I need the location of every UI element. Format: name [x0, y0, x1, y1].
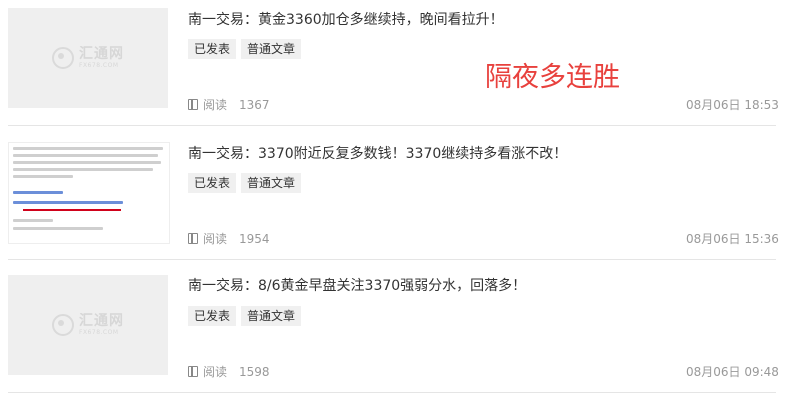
article-thumbnail[interactable]: 汇通网 FX678.COM — [8, 8, 168, 108]
type-tag: 普通文章 — [241, 39, 302, 59]
doc-highlight-line — [13, 201, 123, 204]
logo-icon — [52, 47, 74, 69]
book-icon — [188, 366, 198, 377]
divider — [8, 125, 776, 126]
type-tag: 普通文章 — [241, 173, 302, 193]
article-title[interactable]: 南一交易：3370附近反复多数钱！3370继续持多看涨不改！ — [188, 143, 567, 163]
type-tag: 普通文章 — [241, 306, 302, 326]
article-item[interactable]: 南一交易：3370附近反复多数钱！3370继续持多看涨不改！ 已发表 普通文章 … — [0, 134, 792, 252]
view-count: 1954 — [239, 231, 270, 246]
read-label: 阅读 — [203, 232, 228, 246]
doc-highlight-line — [13, 191, 63, 194]
publish-date: 08月06日 09:48 — [686, 365, 779, 379]
status-tag: 已发表 — [188, 306, 237, 326]
status-tag: 已发表 — [188, 173, 237, 193]
doc-text-line — [13, 175, 73, 178]
article-thumbnail[interactable]: 汇通网 FX678.COM — [8, 275, 168, 375]
article-title[interactable]: 南一交易：8/6黄金早盘关注3370强弱分水，回落多！ — [188, 275, 526, 295]
logo-subtext: FX678.COM — [79, 329, 119, 336]
doc-text-line — [13, 219, 53, 222]
divider — [8, 392, 776, 393]
fx678-logo: 汇通网 FX678.COM — [52, 47, 124, 69]
logo-text: 汇通网 — [79, 46, 124, 62]
read-label: 阅读 — [203, 365, 228, 379]
publish-date: 08月06日 15:36 — [686, 232, 779, 246]
doc-text-line — [13, 161, 161, 164]
article-thumbnail[interactable] — [8, 142, 170, 244]
book-icon — [188, 233, 198, 244]
doc-text-line — [13, 154, 158, 157]
view-count: 1598 — [239, 364, 270, 379]
doc-underline — [23, 209, 121, 211]
logo-subtext: FX678.COM — [79, 62, 119, 69]
read-label: 阅读 — [203, 98, 228, 112]
view-count: 1367 — [239, 97, 270, 112]
logo-text: 汇通网 — [79, 313, 124, 329]
status-tag: 已发表 — [188, 39, 237, 59]
annotation-text: 隔夜多连胜 — [485, 62, 620, 93]
doc-text-line — [13, 168, 153, 171]
logo-icon — [52, 314, 74, 336]
book-icon — [188, 99, 198, 110]
article-item[interactable]: 汇通网 FX678.COM 南一交易：8/6黄金早盘关注3370强弱分水，回落多… — [0, 267, 792, 385]
doc-text-line — [13, 227, 103, 230]
article-title[interactable]: 南一交易：黄金3360加仓多继续持，晚间看拉升！ — [188, 9, 504, 29]
divider — [8, 259, 776, 260]
fx678-logo: 汇通网 FX678.COM — [52, 314, 124, 336]
publish-date: 08月06日 18:53 — [686, 98, 779, 112]
article-item[interactable]: 汇通网 FX678.COM 南一交易：黄金3360加仓多继续持，晚间看拉升！ 已… — [0, 0, 792, 118]
doc-text-line — [13, 147, 163, 150]
